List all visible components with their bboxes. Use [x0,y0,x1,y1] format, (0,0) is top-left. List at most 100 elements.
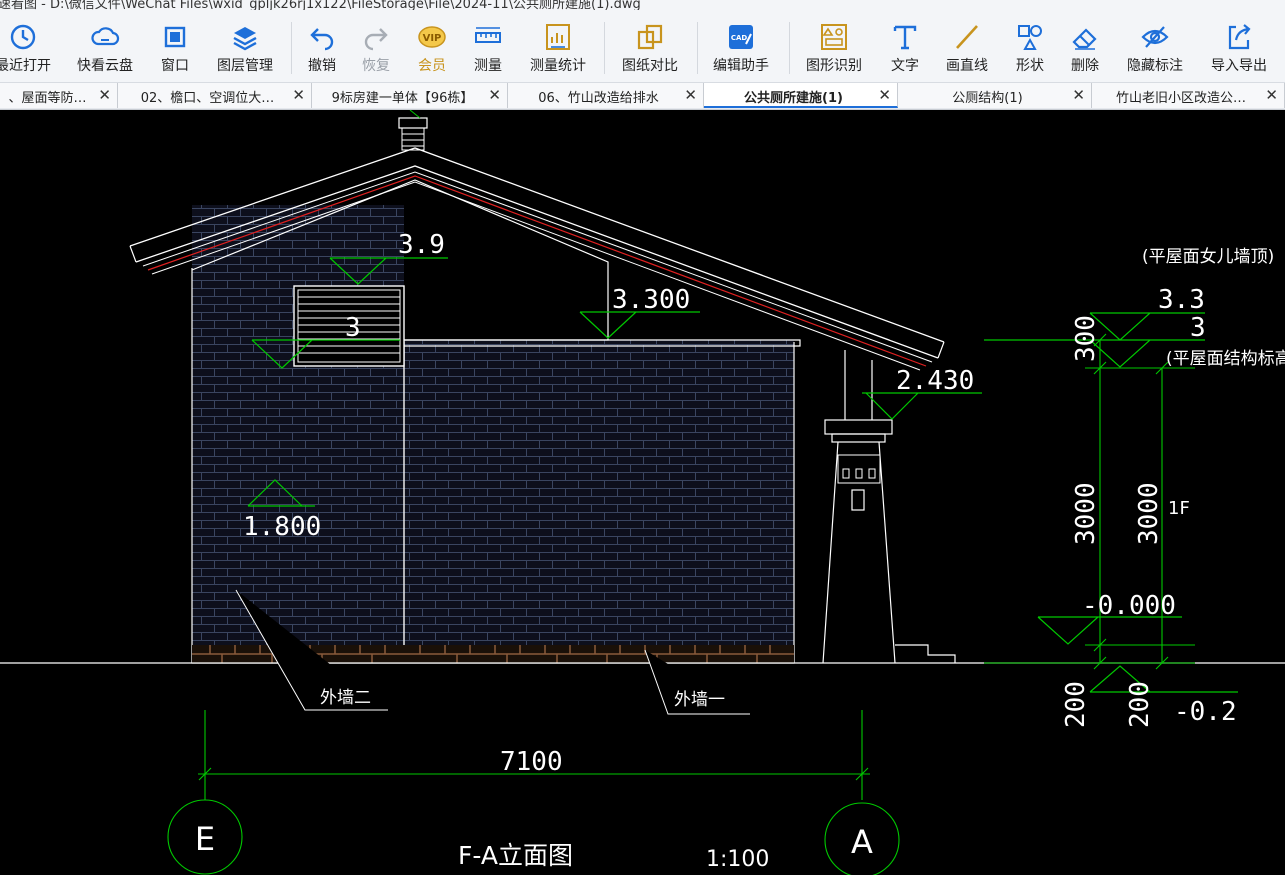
text-t-icon [893,25,917,50]
tab-label: 公厕结构(1) [952,91,1023,106]
dimension-7100: 7100 [500,747,563,777]
tab-close-icon[interactable]: ✕ [488,86,501,104]
tab-eaves-aircon[interactable]: 02、檐口、空调位大… ✕ [118,83,312,108]
layers-icon [233,27,257,51]
window-label: 窗口 [161,58,189,74]
delete-button[interactable]: 删除 [1065,10,1105,82]
window-title: 速看图 - D:\微信文件\WeChat Files\wxid_gpljk26r… [0,0,641,10]
shape-button[interactable]: 形状 [1010,10,1050,82]
tab-label: 9标房建一单体【96栋】 [331,91,474,106]
cloud-disk-label: 快看云盘 [77,58,133,74]
vip-badge-icon: VIP [418,26,446,48]
recent-open-label: 最近打开 [0,58,51,74]
text-tool-button[interactable]: 文字 [885,10,925,82]
layer-manage-button[interactable]: 图层管理 [212,10,278,82]
elevation-label: 3 [1190,313,1206,343]
shape-recognize-button[interactable]: 图形识别 [801,10,867,82]
measure-stats-button[interactable]: 测量统计 [525,10,591,82]
tab-close-icon[interactable]: ✕ [292,86,305,104]
tab-label: 、屋面等防… [8,91,87,106]
toolbar-divider [697,22,698,74]
floor-label: 1F [1168,498,1190,519]
toolbar-divider [604,22,605,74]
measure-label: 测量 [474,58,502,74]
tab-label: 公共厕所建施(1) [744,91,843,106]
recent-open-button[interactable]: 最近打开 [0,10,52,82]
axis-label-a: A [851,823,873,861]
tab-close-icon[interactable]: ✕ [1072,86,1085,104]
parapet-note: (平屋面女儿墙顶) [1142,247,1274,267]
vip-button[interactable]: VIP 会员 [412,10,452,82]
elevation-label: 3.300 [612,285,690,315]
vip-label: 会员 [418,58,446,74]
clock-icon [10,24,36,50]
window-button[interactable]: 窗口 [155,10,195,82]
wall-one-label: 外墙一 [674,690,725,710]
redo-icon [364,28,388,51]
dimension-200: 200 [1125,681,1155,728]
right-brick-wall [404,340,794,645]
tab-zhushan-old-district[interactable]: 竹山老旧小区改造公… ✕ [1092,83,1285,108]
compare-icon [637,24,663,50]
drawing-scale: 1:100 [706,847,769,872]
elevation-label: -0.2 [1174,697,1237,727]
tab-toilet-structure[interactable]: 公厕结构(1) ✕ [898,83,1092,108]
cad-drawing-canvas[interactable]: 3.9 3.300 3 2.430 1.800 3.3 3 -0.000 -0.… [0,110,1285,875]
redo-button[interactable]: 恢复 [356,10,396,82]
shape-label: 形状 [1016,58,1044,74]
hide-annotation-label: 隐藏标注 [1127,58,1183,74]
drawing-compare-label: 图纸对比 [622,58,678,74]
tab-building-96[interactable]: 9标房建一单体【96栋】 ✕ [312,83,508,108]
tab-public-toilet-architecture[interactable]: 公共厕所建施(1) ✕ [704,83,898,108]
layer-manage-label: 图层管理 [217,58,273,74]
measure-stats-icon [546,24,570,50]
dimension-300: 300 [1071,315,1101,362]
drawing-title: F-A立面图 [458,841,573,870]
import-export-icon [1228,24,1251,50]
toolbar-divider [291,22,292,74]
cad-edit-icon: CAD [729,25,753,49]
cloud-disk-button[interactable]: 快看云盘 [72,10,138,82]
dimension-3000: 3000 [1134,482,1164,545]
title-bar: 速看图 - D:\微信文件\WeChat Files\wxid_gpljk26r… [0,0,1285,10]
drawing-compare-button[interactable]: 图纸对比 [617,10,683,82]
tab-close-icon[interactable]: ✕ [878,86,891,104]
tab-close-icon[interactable]: ✕ [98,86,111,104]
eraser-icon [1072,28,1097,50]
window-icon [164,26,186,48]
cloud-icon [91,27,120,46]
elevation-label: 3 [345,313,361,343]
tab-label: 06、竹山改造给排水 [538,91,659,106]
elevation-drawing: 3.9 3.300 3 2.430 1.800 3.3 3 -0.000 -0.… [0,110,1285,875]
edit-assistant-button[interactable]: CAD 编辑助手 [708,10,774,82]
import-export-label: 导入导出 [1211,58,1267,74]
line-icon [956,25,978,49]
hide-annotation-button[interactable]: 隐藏标注 [1122,10,1188,82]
tab-zhushan-drainage[interactable]: 06、竹山改造给排水 ✕ [508,83,704,108]
vip-badge-text: VIP [423,33,442,44]
tab-close-icon[interactable]: ✕ [1265,86,1278,104]
undo-button[interactable]: 撤销 [302,10,342,82]
elevation-label: 3.3 [1158,285,1205,315]
draw-line-label: 画直线 [946,58,988,74]
shape-icon [1018,25,1042,50]
tab-label: 竹山老旧小区改造公… [1115,91,1246,106]
toolbar: 最近打开 快看云盘 窗口 图层管理 撤销 恢复 VIP 会员 测量 测量统计 图… [0,10,1285,83]
undo-icon [310,28,334,51]
porch-column [822,350,956,664]
eye-off-icon [1141,26,1169,48]
edit-assistant-label: 编辑助手 [713,58,769,74]
measure-button[interactable]: 测量 [468,10,508,82]
text-tool-label: 文字 [891,58,919,74]
toolbar-divider [789,22,790,74]
tab-waterproof-roof[interactable]: 、屋面等防… ✕ [0,83,118,108]
draw-line-button[interactable]: 画直线 [941,10,993,82]
elevation-label: -0.000 [1082,591,1176,621]
redo-label: 恢复 [362,58,390,74]
dimension-200: 200 [1061,681,1091,728]
tab-close-icon[interactable]: ✕ [684,86,697,104]
measure-stats-label: 测量统计 [530,58,586,74]
import-export-button[interactable]: 导入导出 [1206,10,1272,82]
roof-structure-note: (平屋面结构标高 [1166,349,1285,369]
wall-two-label: 外墙二 [320,688,371,708]
